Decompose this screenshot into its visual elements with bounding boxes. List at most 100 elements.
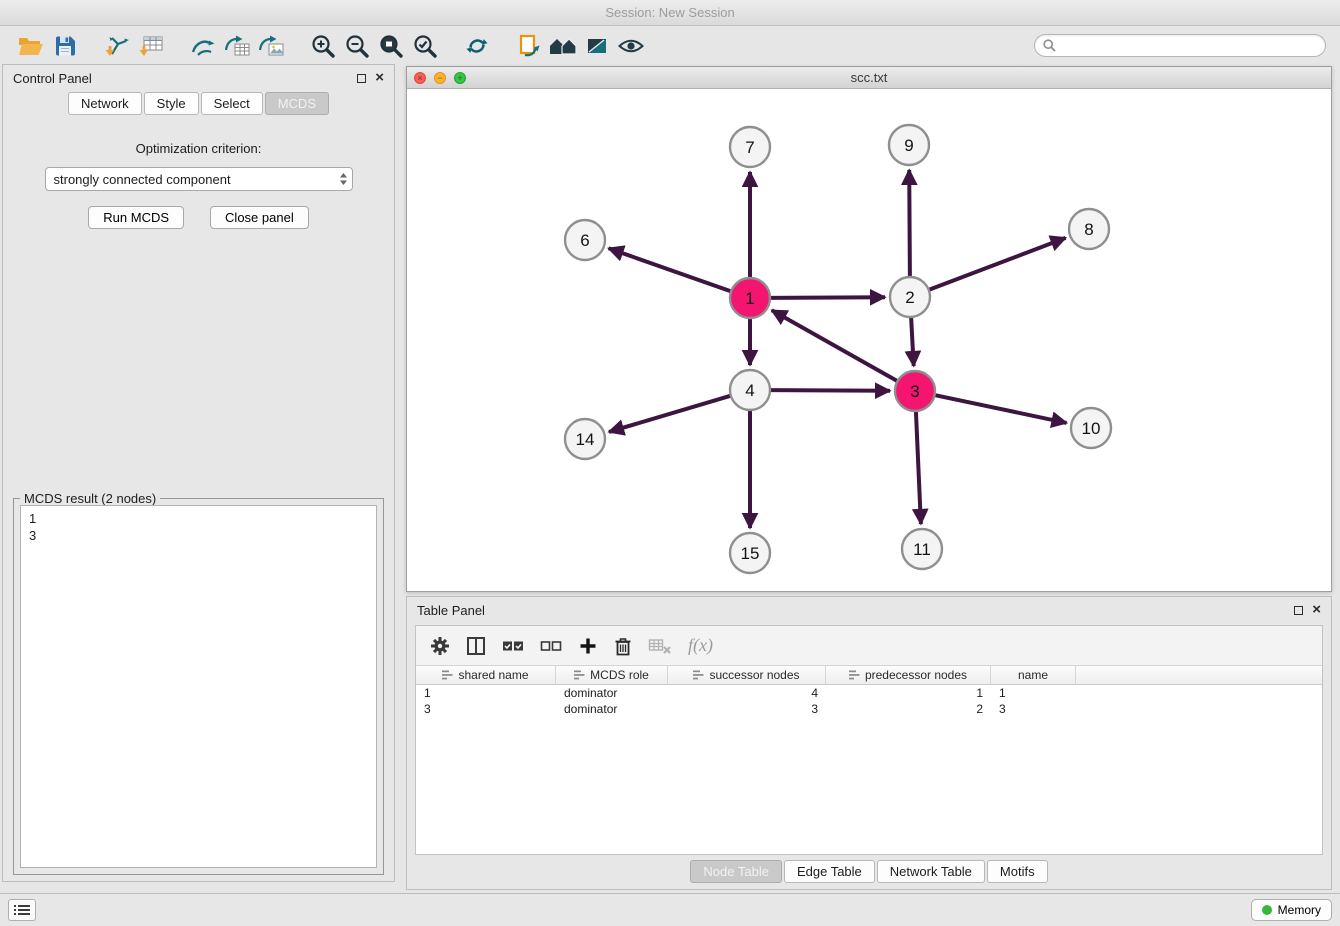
- column-header-name[interactable]: name: [991, 666, 1076, 685]
- close-panel-button-mcds[interactable]: Close panel: [210, 206, 309, 229]
- node-9[interactable]: 9: [889, 125, 929, 165]
- zoom-selected-button[interactable]: [408, 30, 442, 62]
- column-header-successor-nodes[interactable]: successor nodes: [668, 666, 826, 685]
- delete-table-button[interactable]: [648, 633, 672, 659]
- cell-successor-nodes[interactable]: 3: [668, 702, 826, 716]
- edge-2-3[interactable]: [911, 317, 914, 366]
- cell-predecessor-nodes[interactable]: 2: [826, 702, 991, 716]
- refresh-button[interactable]: [460, 30, 494, 62]
- node-2[interactable]: 2: [890, 277, 930, 317]
- edge-2-8[interactable]: [929, 238, 1066, 290]
- table-row[interactable]: 1 dominator 4 1 1: [416, 685, 1322, 701]
- export-image-button[interactable]: [254, 30, 288, 62]
- mcds-result-list[interactable]: 1 3: [20, 505, 377, 868]
- table-row[interactable]: 3 dominator 3 2 3: [416, 701, 1322, 717]
- node-7[interactable]: 7: [730, 127, 770, 167]
- memory-button[interactable]: Memory: [1251, 899, 1332, 921]
- export-table-button[interactable]: [220, 30, 254, 62]
- network-canvas[interactable]: 7 9 6 8 1 2 4 3 14 10 15 11: [407, 89, 1331, 590]
- delete-column-button[interactable]: [614, 633, 632, 659]
- network-graph[interactable]: 7 9 6 8 1 2 4 3 14 10 15 11: [407, 89, 1331, 590]
- float-table-panel-button[interactable]: [1294, 606, 1303, 615]
- tab-network[interactable]: Network: [68, 92, 142, 115]
- edge-3-11[interactable]: [916, 411, 921, 524]
- tab-style[interactable]: Style: [144, 92, 199, 115]
- column-header-filler: [1076, 666, 1322, 685]
- save-session-button[interactable]: [48, 30, 82, 62]
- network-window-titlebar[interactable]: scc.txt × − +: [407, 67, 1331, 89]
- tab-node-table[interactable]: Node Table: [690, 860, 782, 883]
- cell-predecessor-nodes[interactable]: 1: [826, 686, 991, 700]
- svg-text:2: 2: [905, 288, 914, 307]
- svg-text:9: 9: [904, 136, 913, 155]
- cell-name[interactable]: 1: [991, 686, 1076, 700]
- edge-2-9[interactable]: [909, 170, 910, 277]
- network-window-title: scc.txt: [407, 70, 1331, 85]
- edge-3-1[interactable]: [772, 310, 898, 381]
- minimize-window-button[interactable]: −: [434, 72, 446, 84]
- search-field[interactable]: [1034, 34, 1326, 57]
- close-window-button[interactable]: ×: [414, 72, 426, 84]
- float-panel-button[interactable]: [357, 74, 366, 83]
- cell-shared-name[interactable]: 3: [416, 702, 556, 716]
- open-session-button[interactable]: [14, 30, 48, 62]
- svg-text:7: 7: [745, 138, 754, 157]
- tab-network-table[interactable]: Network Table: [877, 860, 985, 883]
- show-hide-button[interactable]: [614, 30, 648, 62]
- criterion-dropdown[interactable]: strongly connected component: [45, 167, 353, 191]
- memory-status-icon: [1262, 905, 1272, 915]
- run-mcds-button[interactable]: Run MCDS: [88, 206, 184, 229]
- table-settings-button[interactable]: [430, 633, 450, 659]
- control-panel-header: Control Panel ×: [3, 65, 394, 91]
- add-column-button[interactable]: [578, 633, 598, 659]
- zoom-selected-icon: [412, 33, 438, 59]
- copy-style-button[interactable]: [512, 30, 546, 62]
- node-6[interactable]: 6: [565, 220, 605, 260]
- node-11[interactable]: 11: [902, 529, 942, 569]
- function-builder-button[interactable]: f(x): [688, 633, 713, 659]
- close-table-panel-button[interactable]: ×: [1312, 605, 1321, 615]
- node-10[interactable]: 10: [1071, 408, 1111, 448]
- zoom-out-button[interactable]: [340, 30, 374, 62]
- zoom-in-button[interactable]: [306, 30, 340, 62]
- tab-mcds[interactable]: MCDS: [265, 92, 329, 115]
- edge-4-14[interactable]: [609, 396, 731, 432]
- column-header-shared-name[interactable]: shared name: [416, 666, 556, 685]
- cell-mcds-role[interactable]: dominator: [556, 702, 668, 716]
- style-preview-button[interactable]: [580, 30, 614, 62]
- cell-mcds-role[interactable]: dominator: [556, 686, 668, 700]
- column-header-mcds-role[interactable]: MCDS role: [556, 666, 668, 685]
- import-table-button[interactable]: [134, 30, 168, 62]
- close-panel-button[interactable]: ×: [375, 73, 384, 83]
- edge-3-10[interactable]: [935, 395, 1067, 423]
- network-view-button[interactable]: [186, 30, 220, 62]
- svg-text:4: 4: [745, 381, 754, 400]
- node-8[interactable]: 8: [1069, 209, 1109, 249]
- task-history-button[interactable]: [8, 899, 36, 921]
- node-15[interactable]: 15: [730, 533, 770, 573]
- import-network-button[interactable]: [100, 30, 134, 62]
- zoom-fit-button[interactable]: [374, 30, 408, 62]
- node-1[interactable]: 1: [730, 278, 770, 318]
- table-panel-title: Table Panel: [417, 603, 485, 618]
- search-input[interactable]: [1061, 38, 1317, 53]
- node-14[interactable]: 14: [565, 419, 605, 459]
- network-overview-button[interactable]: [546, 30, 580, 62]
- cell-name[interactable]: 3: [991, 702, 1076, 716]
- tab-edge-table[interactable]: Edge Table: [784, 860, 875, 883]
- cell-shared-name[interactable]: 1: [416, 686, 556, 700]
- column-header-predecessor-nodes[interactable]: predecessor nodes: [826, 666, 991, 685]
- zoom-window-button[interactable]: +: [454, 72, 466, 84]
- node-3[interactable]: 3: [895, 371, 935, 411]
- edge-1-6[interactable]: [609, 248, 732, 291]
- select-all-button[interactable]: [502, 633, 524, 659]
- folder-open-icon: [18, 35, 44, 57]
- deselect-all-button[interactable]: [540, 633, 562, 659]
- tab-select[interactable]: Select: [201, 92, 263, 115]
- show-columns-button[interactable]: [466, 633, 486, 659]
- cell-successor-nodes[interactable]: 4: [668, 686, 826, 700]
- edge-1-2[interactable]: [770, 297, 885, 298]
- tab-motifs[interactable]: Motifs: [987, 860, 1048, 883]
- edge-4-3[interactable]: [770, 390, 890, 391]
- node-4[interactable]: 4: [730, 370, 770, 410]
